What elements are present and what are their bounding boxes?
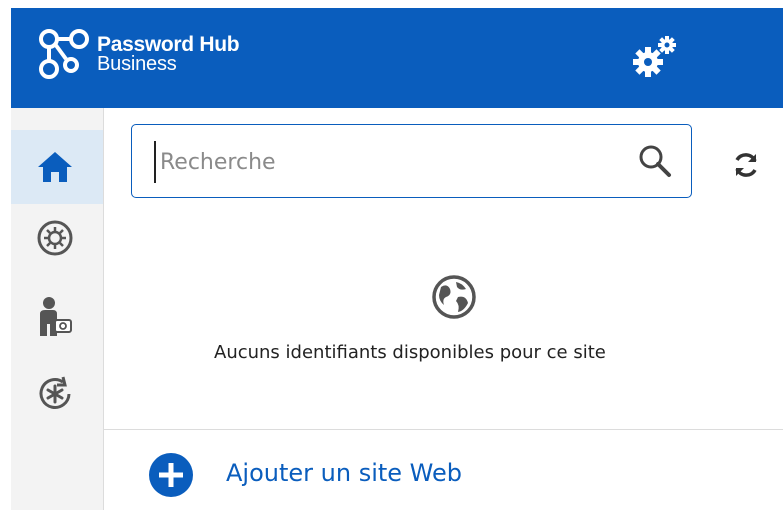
user-card-icon — [40, 297, 72, 336]
asterisk-refresh-icon — [39, 376, 71, 409]
search-icon[interactable] — [637, 143, 673, 179]
sidebar-item-vault-settings[interactable] — [11, 204, 103, 278]
search-input[interactable] — [154, 141, 632, 183]
empty-state-message: Aucuns identifiants disponibles pour ce … — [214, 342, 606, 363]
window-left-edge — [0, 0, 11, 510]
search-box — [131, 124, 692, 198]
sidebar-item-home[interactable] — [11, 130, 103, 204]
globe-icon — [432, 275, 476, 319]
main-panel: Aucuns identifiants disponibles pour ce … — [104, 108, 783, 510]
plus-circle-icon — [149, 453, 193, 497]
brand: Password Hub Business — [97, 33, 240, 75]
vault-gear-icon — [37, 220, 73, 256]
sidebar-item-password-generator[interactable] — [11, 352, 103, 426]
sidebar — [11, 108, 104, 510]
add-website-label: Ajouter un site Web — [226, 459, 463, 487]
app-header: Password Hub Business — [11, 8, 783, 108]
brand-subtitle: Business — [97, 53, 177, 75]
sidebar-item-user-identity[interactable] — [11, 278, 103, 352]
brand-name: Password Hub — [97, 33, 240, 56]
chain-link-logo-icon — [39, 29, 89, 79]
divider — [104, 429, 783, 430]
gears-icon[interactable] — [631, 34, 679, 78]
window-top-edge — [0, 0, 783, 8]
home-icon — [38, 152, 72, 182]
refresh-icon[interactable] — [731, 150, 761, 180]
